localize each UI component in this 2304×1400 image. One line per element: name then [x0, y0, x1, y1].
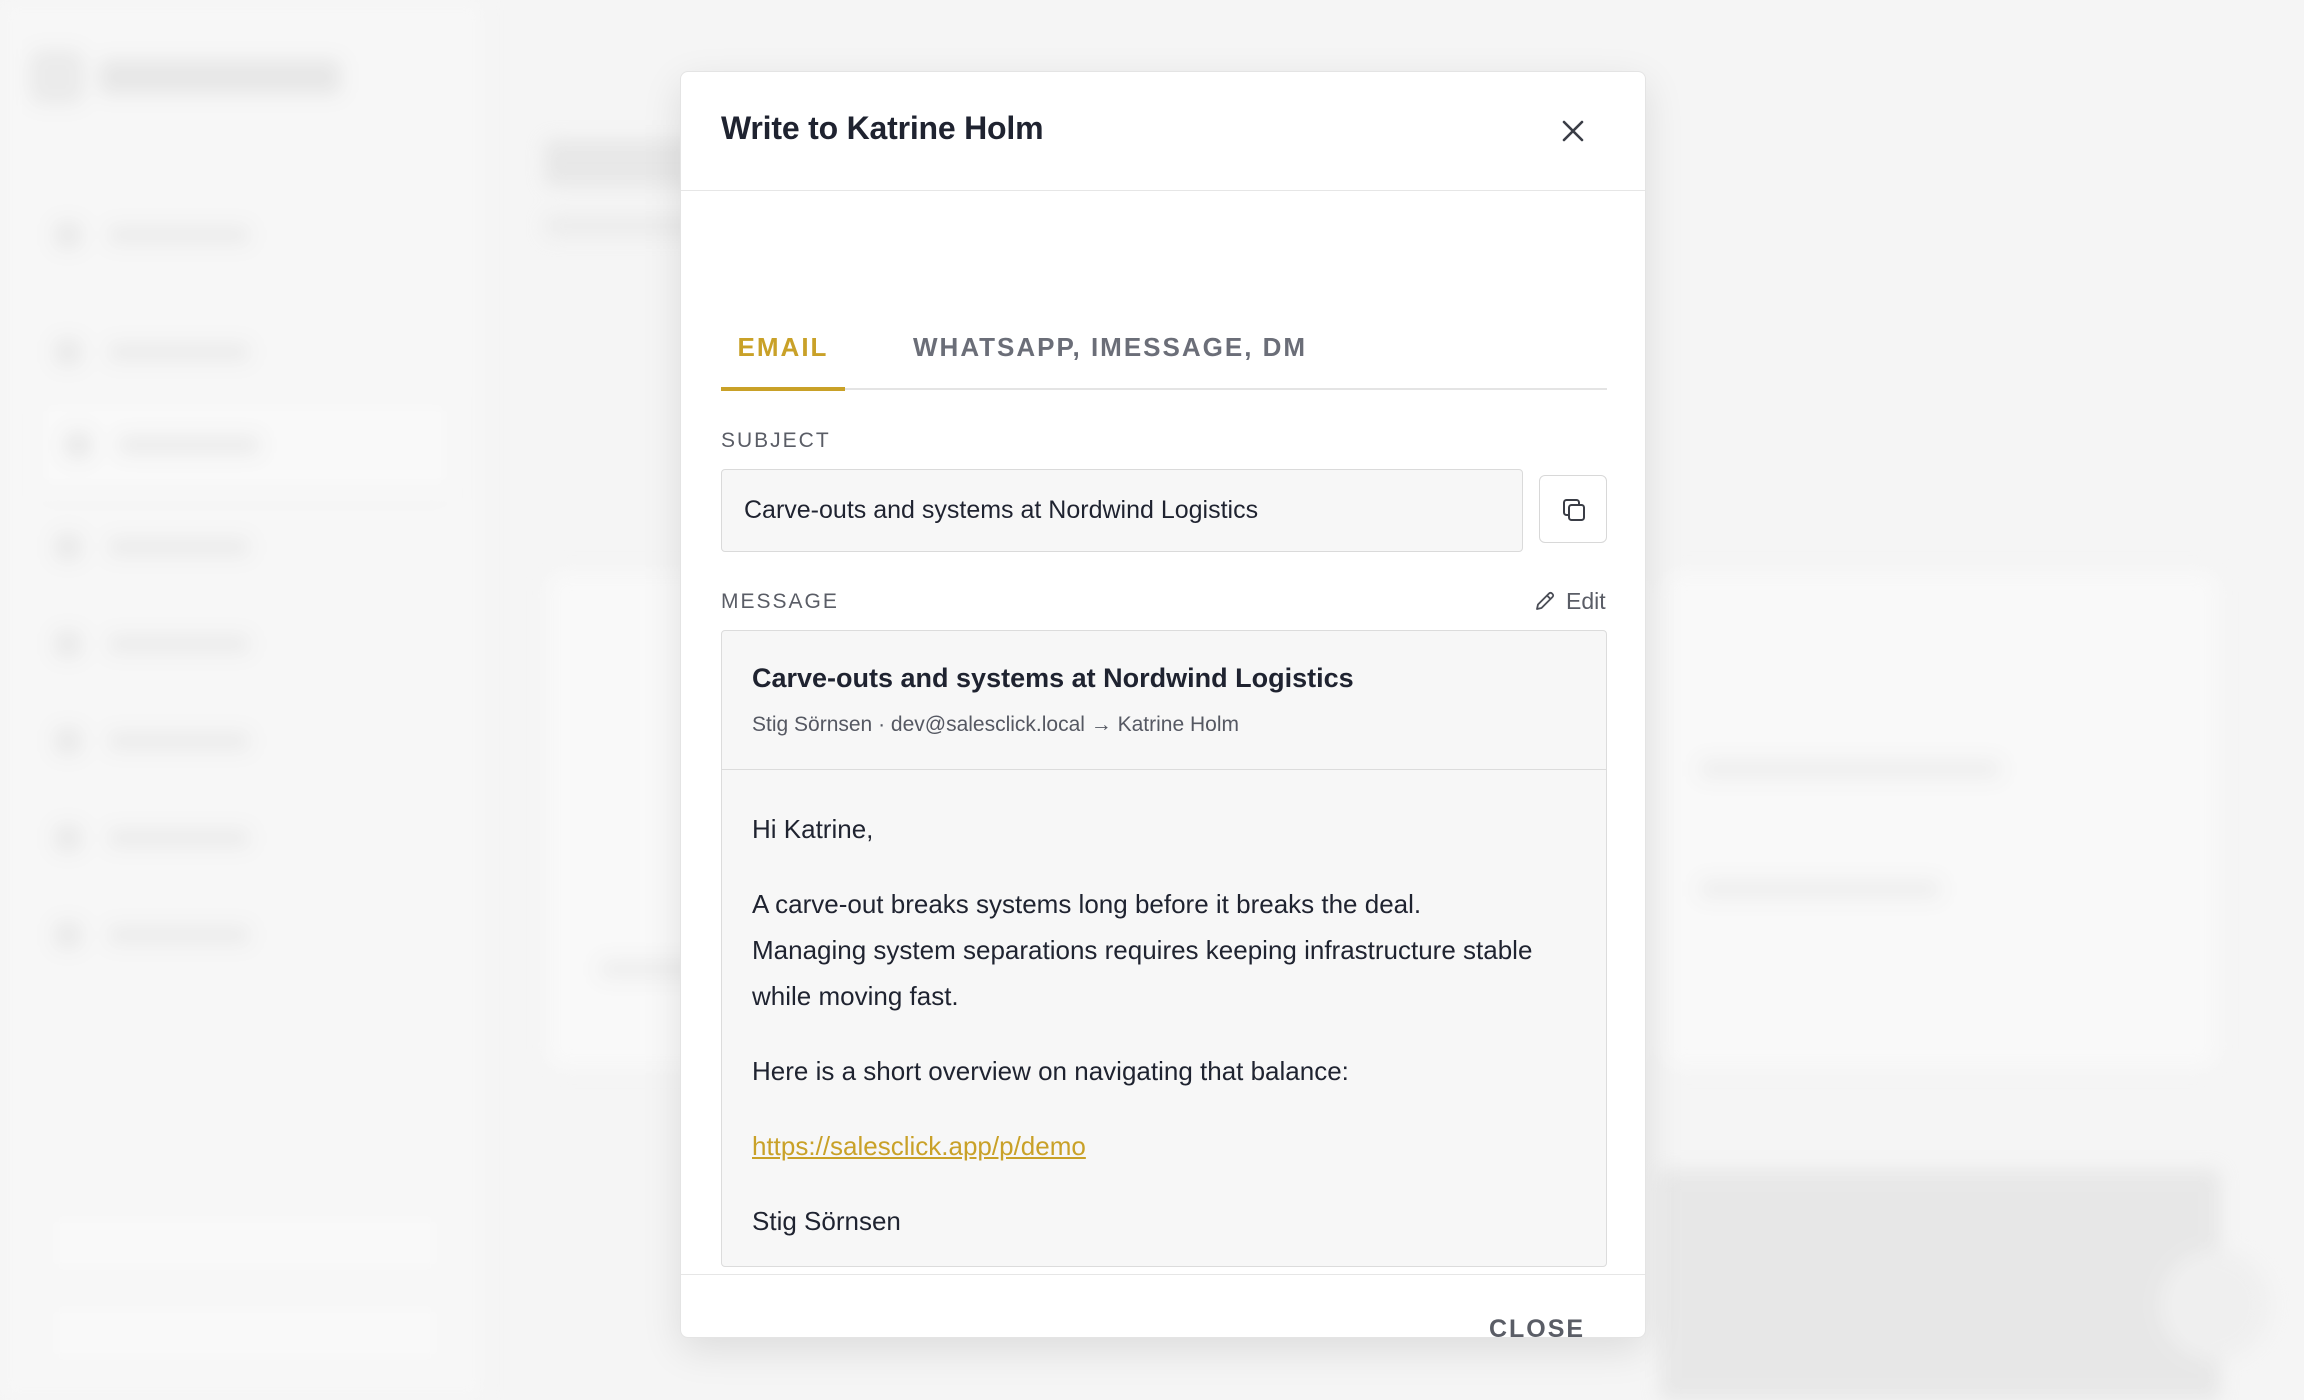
- pencil-icon: [1536, 591, 1555, 610]
- edit-label: Edit: [1566, 588, 1606, 614]
- message-line: Here is a short overview on navigating t…: [752, 1056, 1349, 1086]
- message-greeting: Hi Katrine,: [752, 814, 874, 844]
- tab-email[interactable]: EMAIL: [721, 310, 845, 391]
- message-signature: Stig Sörnsen: [752, 1206, 901, 1236]
- dialog-header: Write to Katrine Holm: [681, 72, 1645, 191]
- message-link[interactable]: https://salesclick.app/p/demo: [752, 1123, 1086, 1169]
- message-preview: Carve-outs and systems at Nordwind Logis…: [721, 630, 1607, 1267]
- compose-dialog: Write to Katrine Holm EMAIL WHATSAPP, IM…: [680, 71, 1646, 1343]
- message-line: A carve-out breaks systems long before i…: [752, 889, 1422, 919]
- tab-whatsapp-imessage-dm[interactable]: WHATSAPP, IMESSAGE, DM: [913, 310, 1307, 390]
- subject-field[interactable]: [721, 469, 1523, 552]
- message-sender-recipient: Stig Sörnsen · dev@salesclick.local → Ka…: [752, 713, 1239, 736]
- copy-subject-button[interactable]: [1539, 475, 1607, 543]
- message-line: Managing system separations requires kee…: [752, 935, 1533, 965]
- message-header: Carve-outs and systems at Nordwind Logis…: [722, 631, 1606, 770]
- dialog-title: Write to Katrine Holm: [721, 110, 1044, 146]
- subject-label: SUBJECT: [721, 429, 831, 452]
- message-label: MESSAGE: [721, 590, 839, 613]
- copy-icon: [1563, 499, 1585, 521]
- message-line: while moving fast.: [752, 981, 959, 1011]
- close-button[interactable]: CLOSE: [1477, 1304, 1597, 1354]
- close-icon[interactable]: [1554, 112, 1592, 150]
- message-subject: Carve-outs and systems at Nordwind Logis…: [752, 663, 1354, 693]
- channel-tabs: EMAIL WHATSAPP, IMESSAGE, DM: [721, 310, 1607, 391]
